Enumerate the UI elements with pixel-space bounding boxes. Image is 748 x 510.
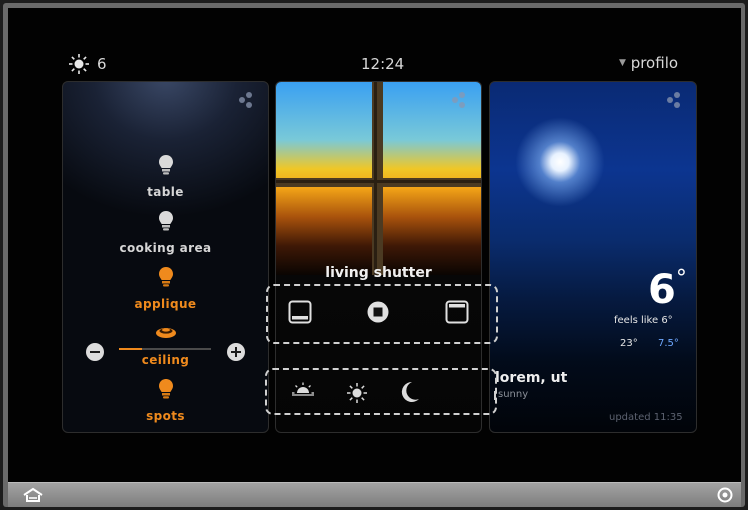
light-label-applique: applique: [134, 297, 197, 311]
light-label-spots: spots: [146, 409, 185, 423]
degree-symbol: °: [675, 266, 687, 291]
dimmer-fill: [119, 348, 142, 350]
options-dots-icon[interactable]: [239, 92, 259, 112]
bulb-icon[interactable]: [158, 379, 173, 399]
bulb-icon[interactable]: [158, 211, 173, 231]
profile-label: profilo: [630, 54, 679, 72]
shutter-down-icon[interactable]: [288, 300, 312, 324]
min-temp: 7.5°: [658, 338, 679, 349]
options-dots-icon[interactable]: [452, 92, 472, 112]
sun-icon: [69, 54, 89, 74]
sun-glow: [515, 117, 605, 207]
options-dots-icon[interactable]: [667, 92, 687, 112]
device-frame: 6 12:24 ▼ profilo table cooking area app…: [0, 0, 748, 510]
max-temp: 23°: [620, 338, 638, 349]
bottom-bar: [8, 482, 741, 507]
sun-icon[interactable]: [346, 382, 368, 404]
temperature: 6°: [648, 266, 687, 313]
light-label-ceiling: ceiling: [141, 353, 190, 367]
dimmer-slider[interactable]: [119, 348, 211, 350]
chevron-down-icon: ▼: [619, 58, 626, 68]
updated-time: updated 11:35: [609, 412, 683, 423]
profile-menu[interactable]: ▼ profilo: [619, 54, 678, 72]
screen: 6 12:24 ▼ profilo table cooking area app…: [8, 8, 741, 482]
bulb-icon[interactable]: [158, 155, 173, 175]
feels-like: feels like 6°: [614, 315, 673, 326]
window-image: [276, 82, 481, 275]
outdoor-value: 6: [97, 55, 107, 73]
light-label-cooking-area: cooking area: [119, 241, 212, 255]
light-label-table: table: [147, 185, 184, 199]
ceiling-lamp-icon[interactable]: [155, 325, 177, 339]
home-icon[interactable]: [22, 487, 44, 503]
shutter-stop-icon[interactable]: [366, 300, 390, 324]
settings-icon[interactable]: [717, 487, 733, 503]
moon-icon[interactable]: [400, 381, 420, 403]
location-label: lorem, ut: [495, 370, 568, 386]
condition-label: sunny: [498, 389, 529, 400]
bulb-icon[interactable]: [158, 267, 173, 287]
lights-panel: table cooking area applique ceiling spot…: [62, 81, 269, 433]
shutter-title: living shutter: [325, 265, 432, 281]
sunrise-icon[interactable]: [291, 382, 315, 396]
shutter-up-icon[interactable]: [445, 300, 469, 324]
clock: 12:24: [361, 55, 405, 73]
